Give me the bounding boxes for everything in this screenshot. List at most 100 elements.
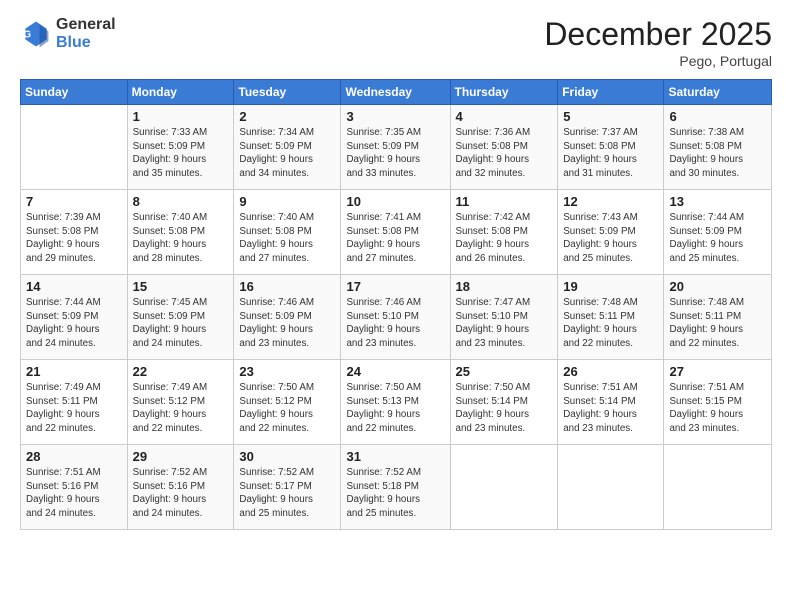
calendar-day-cell: 2Sunrise: 7:34 AMSunset: 5:09 PMDaylight… bbox=[234, 105, 341, 190]
month-title: December 2025 bbox=[544, 16, 772, 53]
day-info: Sunrise: 7:33 AMSunset: 5:09 PMDaylight:… bbox=[133, 126, 229, 181]
day-number: 3 bbox=[346, 109, 444, 124]
day-info: Sunrise: 7:49 AMSunset: 5:11 PMDaylight:… bbox=[26, 381, 122, 436]
weekday-header: Saturday bbox=[664, 80, 772, 105]
calendar-day-cell: 24Sunrise: 7:50 AMSunset: 5:13 PMDayligh… bbox=[341, 360, 450, 445]
day-info: Sunrise: 7:44 AMSunset: 5:09 PMDaylight:… bbox=[669, 211, 766, 266]
day-number: 22 bbox=[133, 364, 229, 379]
calendar-day-cell: 6Sunrise: 7:38 AMSunset: 5:08 PMDaylight… bbox=[664, 105, 772, 190]
calendar-day-cell: 30Sunrise: 7:52 AMSunset: 5:17 PMDayligh… bbox=[234, 445, 341, 530]
day-number: 23 bbox=[239, 364, 335, 379]
day-info: Sunrise: 7:40 AMSunset: 5:08 PMDaylight:… bbox=[239, 211, 335, 266]
day-number: 9 bbox=[239, 194, 335, 209]
day-number: 2 bbox=[239, 109, 335, 124]
calendar-day-cell: 29 Sunrise: 7:52 AMSunset: 5:16 PMDayligh… bbox=[127, 445, 234, 530]
weekday-header: Monday bbox=[127, 80, 234, 105]
day-number: 17 bbox=[346, 279, 444, 294]
weekday-header: Friday bbox=[558, 80, 664, 105]
day-number: 4 bbox=[456, 109, 553, 124]
day-info: Sunrise: 7:48 AMSunset: 5:11 PMDaylight:… bbox=[563, 296, 658, 351]
calendar-day-cell: 31 Sunrise: 7:52 AMSunset: 5:18 PMDayligh… bbox=[341, 445, 450, 530]
day-number: 31 bbox=[346, 449, 444, 464]
day-number: 11 bbox=[456, 194, 553, 209]
day-number: 7 bbox=[26, 194, 122, 209]
calendar-day-cell: 23 Sunrise: 7:50 AMSunset: 5:12 PMDayligh… bbox=[234, 360, 341, 445]
day-info: Sunrise: 7:43 AMSunset: 5:09 PMDaylight:… bbox=[563, 211, 658, 266]
calendar-day-cell: 7 Sunrise: 7:39 AMSunset: 5:08 PMDaylight… bbox=[21, 190, 128, 275]
logo: G General Blue bbox=[20, 16, 116, 51]
day-info: Sunrise: 7:48 AMSunset: 5:11 PMDaylight:… bbox=[669, 296, 766, 351]
day-number: 29 bbox=[133, 449, 229, 464]
day-number: 19 bbox=[563, 279, 658, 294]
day-info: Sunrise: 7:39 AMSunset: 5:08 PMDaylight:… bbox=[26, 211, 122, 266]
day-info: Sunrise: 7:36 AMSunset: 5:08 PMDaylight:… bbox=[456, 126, 553, 181]
calendar-week-row: 28 Sunrise: 7:51 AMSunset: 5:16 PMDayligh… bbox=[21, 445, 772, 530]
day-number: 10 bbox=[346, 194, 444, 209]
page: G General Blue December 2025 Pego, Portu… bbox=[0, 0, 792, 612]
calendar-day-cell: 20 Sunrise: 7:48 AMSunset: 5:11 PMDayligh… bbox=[664, 275, 772, 360]
day-number: 13 bbox=[669, 194, 766, 209]
calendar-day-cell: 21 Sunrise: 7:49 AMSunset: 5:11 PMDayligh… bbox=[21, 360, 128, 445]
calendar-day-cell bbox=[664, 445, 772, 530]
day-info: Sunrise: 7:41 AMSunset: 5:08 PMDaylight:… bbox=[346, 211, 444, 266]
day-info: Sunrise: 7:50 AMSunset: 5:14 PMDaylight:… bbox=[456, 381, 553, 436]
day-number: 8 bbox=[133, 194, 229, 209]
calendar-day-cell: 8 Sunrise: 7:40 AMSunset: 5:08 PMDaylight… bbox=[127, 190, 234, 275]
calendar-day-cell: 3 Sunrise: 7:35 AMSunset: 5:09 PMDaylight… bbox=[341, 105, 450, 190]
calendar-day-cell: 1 Sunrise: 7:33 AMSunset: 5:09 PMDaylight… bbox=[127, 105, 234, 190]
day-info: Sunrise: 7:46 AMSunset: 5:09 PMDaylight:… bbox=[239, 296, 335, 351]
calendar-day-cell: 19 Sunrise: 7:48 AMSunset: 5:11 PMDayligh… bbox=[558, 275, 664, 360]
day-info: Sunrise: 7:51 AMSunset: 5:16 PMDaylight:… bbox=[26, 466, 122, 521]
calendar-week-row: 14Sunrise: 7:44 AMSunset: 5:09 PMDayligh… bbox=[21, 275, 772, 360]
weekday-header: Wednesday bbox=[341, 80, 450, 105]
day-info: Sunrise: 7:51 AMSunset: 5:14 PMDaylight:… bbox=[563, 381, 658, 436]
day-info: Sunrise: 7:49 AMSunset: 5:12 PMDaylight:… bbox=[133, 381, 229, 436]
day-number: 1 bbox=[133, 109, 229, 124]
day-info: Sunrise: 7:47 AMSunset: 5:10 PMDaylight:… bbox=[456, 296, 553, 351]
day-number: 26 bbox=[563, 364, 658, 379]
logo-text: General Blue bbox=[56, 16, 116, 51]
calendar-day-cell: 18Sunrise: 7:47 AMSunset: 5:10 PMDayligh… bbox=[450, 275, 558, 360]
day-number: 6 bbox=[669, 109, 766, 124]
day-info: Sunrise: 7:50 AMSunset: 5:12 PMDaylight:… bbox=[239, 381, 335, 436]
day-number: 16 bbox=[239, 279, 335, 294]
logo-blue-text: Blue bbox=[56, 34, 116, 52]
day-info: Sunrise: 7:37 AMSunset: 5:08 PMDaylight:… bbox=[563, 126, 658, 181]
svg-text:G: G bbox=[24, 29, 32, 40]
day-number: 28 bbox=[26, 449, 122, 464]
day-number: 14 bbox=[26, 279, 122, 294]
day-info: Sunrise: 7:50 AMSunset: 5:13 PMDaylight:… bbox=[346, 381, 444, 436]
weekday-header: Tuesday bbox=[234, 80, 341, 105]
calendar-day-cell bbox=[21, 105, 128, 190]
calendar-week-row: 7 Sunrise: 7:39 AMSunset: 5:08 PMDaylight… bbox=[21, 190, 772, 275]
day-info: Sunrise: 7:51 AMSunset: 5:15 PMDaylight:… bbox=[669, 381, 766, 436]
calendar-day-cell: 22 Sunrise: 7:49 AMSunset: 5:12 PMDayligh… bbox=[127, 360, 234, 445]
calendar-day-cell: 27 Sunrise: 7:51 AMSunset: 5:15 PMDayligh… bbox=[664, 360, 772, 445]
calendar-day-cell bbox=[450, 445, 558, 530]
calendar-day-cell: 12Sunrise: 7:43 AMSunset: 5:09 PMDayligh… bbox=[558, 190, 664, 275]
day-info: Sunrise: 7:35 AMSunset: 5:09 PMDaylight:… bbox=[346, 126, 444, 181]
day-number: 21 bbox=[26, 364, 122, 379]
day-info: Sunrise: 7:52 AMSunset: 5:16 PMDaylight:… bbox=[133, 466, 229, 521]
calendar-day-cell: 15Sunrise: 7:45 AMSunset: 5:09 PMDayligh… bbox=[127, 275, 234, 360]
weekday-header: Sunday bbox=[21, 80, 128, 105]
calendar-week-row: 1 Sunrise: 7:33 AMSunset: 5:09 PMDaylight… bbox=[21, 105, 772, 190]
calendar-day-cell: 13 Sunrise: 7:44 AMSunset: 5:09 PMDayligh… bbox=[664, 190, 772, 275]
day-number: 27 bbox=[669, 364, 766, 379]
day-number: 20 bbox=[669, 279, 766, 294]
day-info: Sunrise: 7:52 AMSunset: 5:18 PMDaylight:… bbox=[346, 466, 444, 521]
header: G General Blue December 2025 Pego, Portu… bbox=[20, 16, 772, 69]
calendar-day-cell: 16 Sunrise: 7:46 AMSunset: 5:09 PMDayligh… bbox=[234, 275, 341, 360]
calendar-week-row: 21 Sunrise: 7:49 AMSunset: 5:11 PMDayligh… bbox=[21, 360, 772, 445]
calendar-day-cell: 5 Sunrise: 7:37 AMSunset: 5:08 PMDaylight… bbox=[558, 105, 664, 190]
calendar-day-cell: 10 Sunrise: 7:41 AMSunset: 5:08 PMDayligh… bbox=[341, 190, 450, 275]
weekday-header: Thursday bbox=[450, 80, 558, 105]
day-info: Sunrise: 7:40 AMSunset: 5:08 PMDaylight:… bbox=[133, 211, 229, 266]
day-number: 5 bbox=[563, 109, 658, 124]
calendar-day-cell: 14Sunrise: 7:44 AMSunset: 5:09 PMDayligh… bbox=[21, 275, 128, 360]
calendar-header-row: SundayMondayTuesdayWednesdayThursdayFrid… bbox=[21, 80, 772, 105]
logo-icon: G bbox=[20, 18, 52, 50]
day-number: 30 bbox=[239, 449, 335, 464]
location: Pego, Portugal bbox=[544, 53, 772, 69]
title-section: December 2025 Pego, Portugal bbox=[544, 16, 772, 69]
